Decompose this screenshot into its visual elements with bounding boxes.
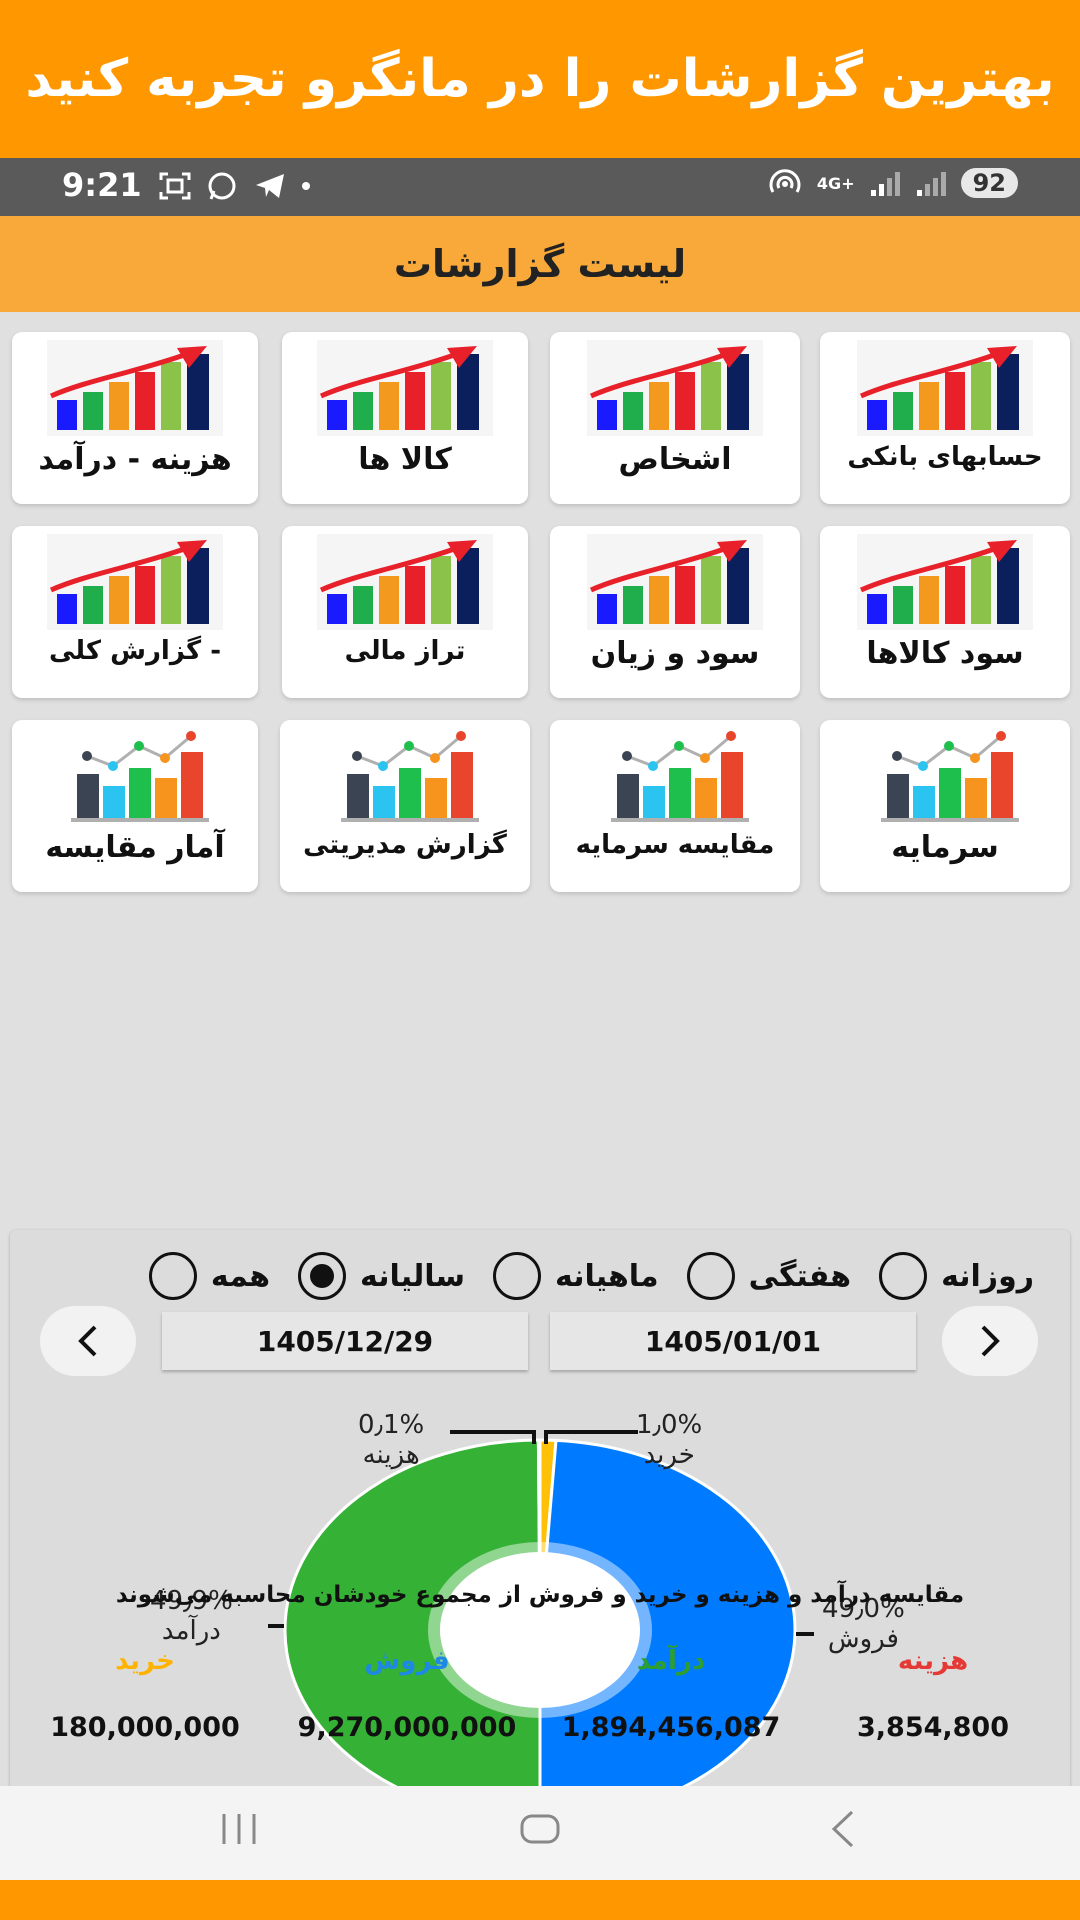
summary-name: خرید <box>115 1646 175 1676</box>
bar-line-chart-icon <box>341 731 479 822</box>
bar-line-chart-icon <box>71 731 209 822</box>
report-tile-goods-profit[interactable]: سود کالاها <box>820 526 1070 698</box>
period-radio-all[interactable]: همه <box>148 1252 271 1300</box>
chart-label-name: درآمد <box>161 1616 221 1646</box>
signal-icon <box>870 172 900 196</box>
chart-label-purchase: 1٫0% خرید <box>636 1410 702 1470</box>
report-tile-bank-accounts[interactable]: حسابهای بانکی <box>820 332 1070 504</box>
hotspot-icon <box>769 169 801 193</box>
bar-line-chart-icon <box>611 731 749 822</box>
period-radio-weekly[interactable]: هفتگی <box>686 1252 852 1300</box>
report-tile-general-report[interactable]: گزارش کلی - <box>12 526 258 698</box>
report-tile-capital-comparison[interactable]: مقایسه سرمایه <box>550 720 800 892</box>
period-radio-label: هفتگی <box>748 1258 852 1294</box>
summary-name: درآمد <box>636 1646 706 1676</box>
telegram-icon <box>256 174 284 198</box>
radio-circle <box>148 1252 197 1300</box>
report-tile-label: حسابهای بانکی <box>847 442 1043 472</box>
summary-value: 180,000,000 <box>50 1712 240 1743</box>
status-bar: 9:21 4G+ 92 <box>0 158 1080 216</box>
bottom-strip <box>0 1880 1080 1920</box>
report-tile-label: گزارش مدیریتی <box>303 830 507 860</box>
report-tile-label: اشخاص <box>618 442 732 477</box>
radio-circle <box>298 1252 347 1300</box>
bar-chart-rising-icon <box>317 534 493 630</box>
battery-indicator: 92 <box>960 168 1018 198</box>
report-tile-label: سرمایه <box>891 830 999 865</box>
period-radio-label: روزانه <box>941 1258 1034 1294</box>
dot-icon <box>302 182 310 190</box>
report-tile-expense-income[interactable]: هزینه - درآمد <box>12 332 258 504</box>
network-type: 4G+ <box>816 173 855 193</box>
period-radio-label: ماهیانه <box>555 1258 659 1294</box>
summary-purchase: خرید 180,000,000 <box>20 1646 270 1743</box>
report-tile-management-report[interactable]: گزارش مدیریتی <box>280 720 530 892</box>
previous-period-button[interactable] <box>40 1306 136 1376</box>
summary-value: 1,894,456,087 <box>561 1712 781 1743</box>
chart-panel: روزانه هفتگی ماهیانه سالیانه همه 1405/01/01 … <box>10 1230 1070 1870</box>
report-tile-label: مقایسه سرمایه <box>575 830 775 860</box>
report-tile-label: تراز مالی <box>344 636 466 666</box>
promo-banner: بهترین گزارشات را در مانگرو تجربه کنید <box>0 0 1080 158</box>
chart-label-percent: 1٫0% <box>636 1410 703 1440</box>
home-icon[interactable] <box>515 1804 565 1854</box>
report-tile-goods[interactable]: کالا ها <box>282 332 528 504</box>
summary-sales: فروش 9,270,000,000 <box>282 1646 532 1743</box>
summary-expense: هزینه 3,854,800 <box>808 1646 1058 1743</box>
report-tile-label: کالا ها <box>358 442 452 477</box>
period-radio-yearly[interactable]: سالیانه <box>298 1252 465 1300</box>
radio-circle <box>686 1252 735 1300</box>
chart-label-name: خرید <box>643 1440 695 1470</box>
summary-value: 3,854,800 <box>856 1712 1010 1743</box>
report-tile-label: سود کالاها <box>866 636 1024 671</box>
next-period-button[interactable] <box>942 1306 1038 1376</box>
bar-chart-rising-icon <box>47 534 223 630</box>
app-bar-title: لیست گزارشات <box>0 216 1080 312</box>
period-radio-label: همه <box>210 1258 271 1294</box>
chart-label-name: هزینه <box>362 1440 420 1470</box>
system-nav-bar <box>0 1786 1080 1880</box>
bar-chart-rising-icon <box>857 534 1033 630</box>
report-tile-profit-loss[interactable]: سود و زیان <box>550 526 800 698</box>
chevron-right-icon <box>981 1325 1000 1357</box>
bar-chart-rising-icon <box>587 340 763 436</box>
report-tile-label: هزینه - درآمد <box>38 442 232 477</box>
summary-income: درآمد 1,894,456,087 <box>546 1646 796 1743</box>
signal-2-icon <box>916 172 946 196</box>
report-tile-label: گزارش کلی - <box>49 636 221 666</box>
period-radio-label: سالیانه <box>360 1258 466 1294</box>
summary-name: هزینه <box>897 1646 969 1676</box>
chevron-left-icon <box>78 1325 97 1357</box>
bar-chart-rising-icon <box>317 340 493 436</box>
report-tile-label: سود و زیان <box>590 636 760 671</box>
report-tile-capital[interactable]: سرمایه <box>820 720 1070 892</box>
report-tile-label: آمار مقایسه <box>45 830 225 865</box>
report-tile-comparison-stats[interactable]: آمار مقایسه <box>12 720 258 892</box>
chart-label-expense: 0٫1% هزینه <box>358 1410 424 1470</box>
period-radio-monthly[interactable]: ماهیانه <box>493 1252 659 1300</box>
bar-chart-rising-icon <box>587 534 763 630</box>
bar-line-chart-icon <box>881 731 1019 822</box>
summary-note: مقایسه درآمد و هزینه و خرید و فروش از مج… <box>115 1582 965 1608</box>
bar-chart-rising-icon <box>857 340 1033 436</box>
chart-label-percent: 0٫1% <box>358 1410 425 1440</box>
date-to-field[interactable]: 1405/12/29 <box>162 1312 528 1370</box>
whatsapp-icon <box>208 172 236 200</box>
reports-screen: حسابهای بانکی اشخاص کالا ها هزینه - درآمد سو… <box>0 312 1080 1870</box>
report-tile-persons[interactable]: اشخاص <box>550 332 800 504</box>
summary-name: فروش <box>364 1646 450 1676</box>
screenshot-icon <box>159 172 191 200</box>
radio-circle <box>493 1252 542 1300</box>
report-tile-financial-balance[interactable]: تراز مالی <box>282 526 528 698</box>
period-radio-daily[interactable]: روزانه <box>879 1252 1034 1300</box>
summary-value: 9,270,000,000 <box>297 1712 517 1743</box>
status-time: 9:21 <box>62 166 142 204</box>
bar-chart-rising-icon <box>47 340 223 436</box>
recent-apps-icon[interactable] <box>214 1804 264 1854</box>
date-from-field[interactable]: 1405/01/01 <box>550 1312 916 1370</box>
radio-circle <box>879 1252 928 1300</box>
back-icon[interactable] <box>820 1804 870 1854</box>
